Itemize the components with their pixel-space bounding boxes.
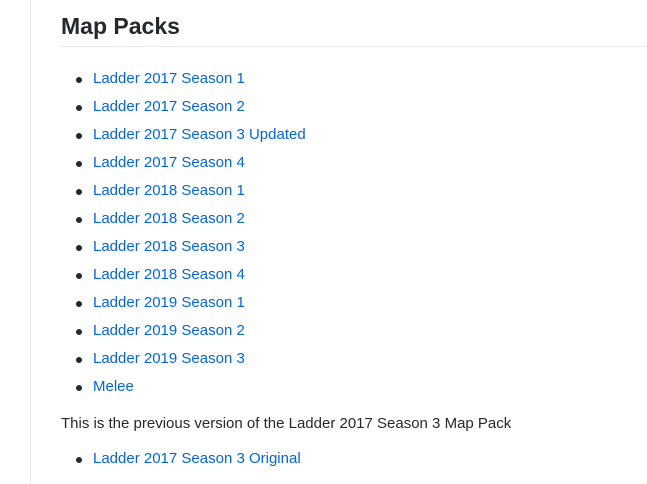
- map-pack-link[interactable]: Ladder 2019 Season 1: [93, 294, 245, 311]
- list-item: Ladder 2018 Season 2: [61, 205, 647, 233]
- bullet-icon: [76, 385, 82, 391]
- map-pack-link[interactable]: Ladder 2018 Season 2: [93, 210, 245, 227]
- bullet-icon: [76, 161, 82, 167]
- map-pack-link[interactable]: Ladder 2017 Season 2: [93, 98, 245, 115]
- map-pack-link[interactable]: Ladder 2019 Season 3: [93, 350, 245, 367]
- map-pack-link[interactable]: Ladder 2017 Season 3 Updated: [93, 126, 306, 143]
- list-item: Ladder 2018 Season 1: [61, 177, 647, 205]
- map-pack-link[interactable]: Ladder 2018 Season 4: [93, 266, 245, 283]
- bullet-icon: [76, 457, 82, 463]
- bullet-icon: [76, 329, 82, 335]
- list-item: Ladder 2017 Season 1: [61, 65, 647, 93]
- section-heading-map-packs: Map Packs: [61, 0, 647, 47]
- bullet-icon: [76, 217, 82, 223]
- bullet-icon: [76, 189, 82, 195]
- map-pack-list: Ladder 2017 Season 1 Ladder 2017 Season …: [61, 65, 647, 401]
- map-pack-link[interactable]: Ladder 2017 Season 1: [93, 70, 245, 87]
- list-item: Melee: [61, 373, 647, 401]
- list-item: Ladder 2017 Season 3 Original: [61, 445, 647, 473]
- list-item: Ladder 2017 Season 3 Updated: [61, 121, 647, 149]
- bullet-icon: [76, 301, 82, 307]
- map-pack-link[interactable]: Ladder 2017 Season 4: [93, 154, 245, 171]
- map-pack-link[interactable]: Ladder 2018 Season 1: [93, 182, 245, 199]
- list-item: Ladder 2018 Season 4: [61, 261, 647, 289]
- bullet-icon: [76, 245, 82, 251]
- list-item: Ladder 2019 Season 3: [61, 345, 647, 373]
- map-pack-link-melee[interactable]: Melee: [93, 378, 134, 395]
- bullet-icon: [76, 133, 82, 139]
- list-item: Ladder 2019 Season 2: [61, 317, 647, 345]
- left-border: [30, 0, 31, 484]
- previous-version-note: This is the previous version of the Ladd…: [61, 415, 512, 432]
- list-item: Ladder 2018 Season 3: [61, 233, 647, 261]
- list-item: Ladder 2017 Season 4: [61, 149, 647, 177]
- bullet-icon: [76, 273, 82, 279]
- readme-content: Map Packs Ladder 2017 Season 1 Ladder 20…: [61, 0, 647, 473]
- bullet-icon: [76, 77, 82, 83]
- previous-version-list: Ladder 2017 Season 3 Original: [61, 445, 647, 473]
- map-pack-link[interactable]: Ladder 2018 Season 3: [93, 238, 245, 255]
- bullet-icon: [76, 105, 82, 111]
- map-pack-link[interactable]: Ladder 2019 Season 2: [93, 322, 245, 339]
- map-pack-link-original[interactable]: Ladder 2017 Season 3 Original: [93, 450, 301, 467]
- list-item: Ladder 2017 Season 2: [61, 93, 647, 121]
- bullet-icon: [76, 357, 82, 363]
- list-item: Ladder 2019 Season 1: [61, 289, 647, 317]
